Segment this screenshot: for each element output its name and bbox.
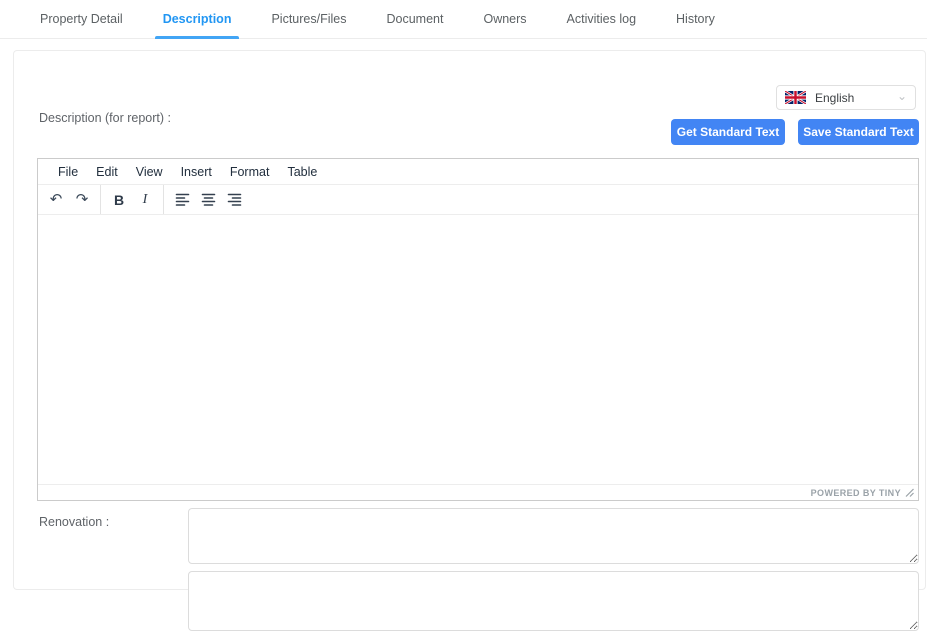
menu-edit[interactable]: Edit xyxy=(87,165,127,179)
tab-bar: Property Detail Description Pictures/Fil… xyxy=(0,0,927,39)
tab-activities-log[interactable]: Activities log xyxy=(547,0,656,39)
redo-button[interactable]: ↷ xyxy=(69,188,95,212)
align-right-icon xyxy=(227,192,242,207)
menu-file[interactable]: File xyxy=(49,165,87,179)
bold-button[interactable]: B xyxy=(106,188,132,212)
undo-icon: ↶ xyxy=(50,192,63,207)
tab-pictures-files[interactable]: Pictures/Files xyxy=(251,0,366,39)
language-dropdown[interactable]: English ⌄ xyxy=(776,85,916,110)
tab-property-detail[interactable]: Property Detail xyxy=(20,0,143,39)
undo-button[interactable]: ↶ xyxy=(43,188,69,212)
description-panel: English ⌄ Description (for report) : Get… xyxy=(13,50,926,590)
align-right-button[interactable] xyxy=(221,188,247,212)
save-standard-text-button[interactable]: Save Standard Text xyxy=(798,119,919,145)
bold-icon: B xyxy=(114,192,124,208)
menu-view[interactable]: View xyxy=(127,165,172,179)
tab-description[interactable]: Description xyxy=(143,0,252,39)
menu-format[interactable]: Format xyxy=(221,165,279,179)
editor-content-area[interactable] xyxy=(38,215,918,484)
renovation-label: Renovation : xyxy=(39,515,109,529)
rich-text-editor: File Edit View Insert Format Table ↶ ↷ B xyxy=(37,158,919,501)
chevron-down-icon: ⌄ xyxy=(897,91,907,101)
align-center-button[interactable] xyxy=(195,188,221,212)
uk-flag-icon xyxy=(785,91,806,104)
toolbar-group-alignment xyxy=(164,185,252,214)
toolbar-group-formatting: B I xyxy=(101,185,164,214)
description-for-report-label: Description (for report) : xyxy=(39,111,171,125)
tab-document[interactable]: Document xyxy=(366,0,463,39)
menu-table[interactable]: Table xyxy=(278,165,326,179)
renovation-textarea[interactable] xyxy=(188,508,919,564)
editor-toolbar: ↶ ↷ B I xyxy=(38,185,918,215)
align-center-icon xyxy=(201,192,216,207)
toolbar-group-history: ↶ ↷ xyxy=(38,185,101,214)
powered-by-tiny-link[interactable]: POWERED BY TINY xyxy=(811,488,901,498)
align-left-button[interactable] xyxy=(169,188,195,212)
align-left-icon xyxy=(175,192,190,207)
next-field-textarea[interactable] xyxy=(188,571,919,631)
editor-statusbar: POWERED BY TINY xyxy=(38,484,918,500)
tab-history[interactable]: History xyxy=(656,0,735,39)
editor-resize-handle-icon[interactable] xyxy=(905,488,914,497)
italic-icon: I xyxy=(143,192,148,208)
redo-icon: ↷ xyxy=(76,192,89,207)
editor-menubar: File Edit View Insert Format Table xyxy=(38,159,918,185)
tab-owners[interactable]: Owners xyxy=(463,0,546,39)
italic-button[interactable]: I xyxy=(132,188,158,212)
menu-insert[interactable]: Insert xyxy=(172,165,221,179)
get-standard-text-button[interactable]: Get Standard Text xyxy=(671,119,785,145)
language-selected-value: English xyxy=(815,91,897,105)
